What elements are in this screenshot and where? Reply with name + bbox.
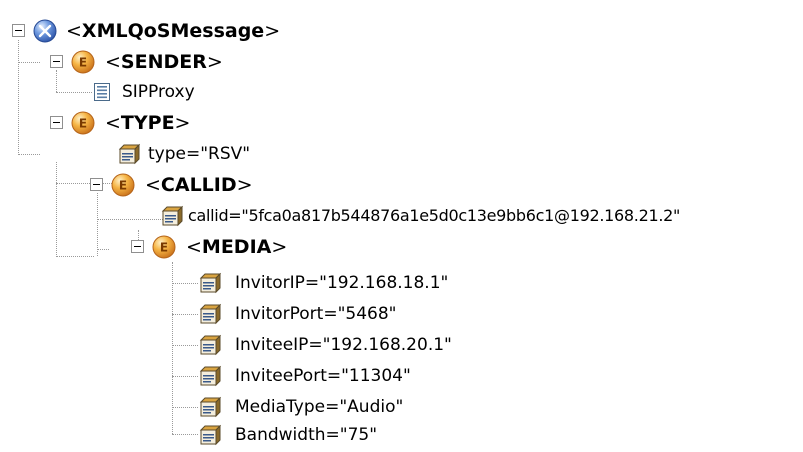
collapse-toggle[interactable] [50,116,63,129]
element-tag-name: TYPE [120,112,175,134]
attribute-text: callid="5fca0a817b544876a1e5d0c13e9bb6c1… [188,206,681,225]
tree-node-attribute-inviteeip[interactable]: InviteeIP="192.168.20.1" [0,330,500,360]
attribute-icon [199,272,222,298]
element-tag-name: MEDIA [201,236,272,258]
attribute-icon [118,143,141,169]
attribute-icon [199,396,222,422]
tree-node-attribute-bandwidth[interactable]: Bandwidth="75" [0,420,500,450]
element-icon: E [110,172,136,202]
element-tag-name: SENDER [120,51,207,73]
element-icon: E [70,110,96,140]
attribute-icon [199,365,222,391]
attribute-text: InvitorPort="5468" [235,304,397,324]
svg-text:E: E [79,56,87,70]
tree-node-media[interactable]: E <MEDIA> [0,232,300,262]
collapse-toggle[interactable] [12,24,25,37]
element-tag-name: CALLID [160,174,237,196]
tree-node-text-sipproxy[interactable]: SIPProxy [0,77,300,107]
attribute-text: Bandwidth="75" [235,425,378,445]
collapse-toggle[interactable] [131,240,144,253]
collapse-toggle[interactable] [50,55,63,68]
tree-node-attribute-invitorip[interactable]: InvitorIP="192.168.18.1" [0,268,500,298]
tree-node-attribute-callid[interactable]: callid="5fca0a817b544876a1e5d0c13e9bb6c1… [0,201,803,231]
tree-node-callid[interactable]: E <CALLID> [0,170,300,200]
tag-close-bracket: > [271,236,288,258]
root-node-icon [32,18,58,48]
tree-node-sender[interactable]: E <SENDER> [0,47,300,77]
tree-node-attribute-mediatype[interactable]: MediaType="Audio" [0,392,500,422]
attribute-icon [199,334,222,360]
tree-node-attribute-invitorport[interactable]: InvitorPort="5468" [0,299,500,329]
tag-open-bracket: < [66,20,82,42]
attribute-icon [199,303,222,329]
tree-node-attribute-type[interactable]: type="RSV" [0,139,300,169]
tag-open-bracket: < [145,174,161,196]
text-node-value: SIPProxy [122,82,195,102]
attribute-icon [199,424,222,450]
collapse-toggle[interactable] [90,178,103,191]
attribute-icon [161,205,184,231]
attribute-text: InviteePort="11304" [235,366,411,386]
attribute-text: MediaType="Audio" [235,397,404,417]
element-tag-name: XMLQoSMessage [81,20,265,42]
tree-node-type[interactable]: E <TYPE> [0,108,300,138]
attribute-text: InviteeIP="192.168.20.1" [235,335,452,355]
element-icon: E [70,49,96,79]
tag-close-bracket: > [174,112,191,134]
tag-open-bracket: < [105,112,121,134]
attribute-text: type="RSV" [148,144,251,164]
tag-close-bracket: > [206,51,223,73]
tag-open-bracket: < [105,51,121,73]
tag-close-bracket: > [264,20,281,42]
text-node-icon [92,82,112,106]
tree-node-attribute-inviteeport[interactable]: InviteePort="11304" [0,361,500,391]
xml-tree-view: <XMLQoSMessage> E <SENDER> SIPProxy E <T… [0,0,803,452]
tag-open-bracket: < [186,236,202,258]
svg-text:E: E [160,241,168,255]
tag-close-bracket: > [236,174,253,196]
svg-text:E: E [119,179,127,193]
tree-node-xmlqosmessage[interactable]: <XMLQoSMessage> [0,16,400,46]
svg-text:E: E [79,117,87,131]
attribute-text: InvitorIP="192.168.18.1" [235,273,449,293]
element-icon: E [151,234,177,264]
